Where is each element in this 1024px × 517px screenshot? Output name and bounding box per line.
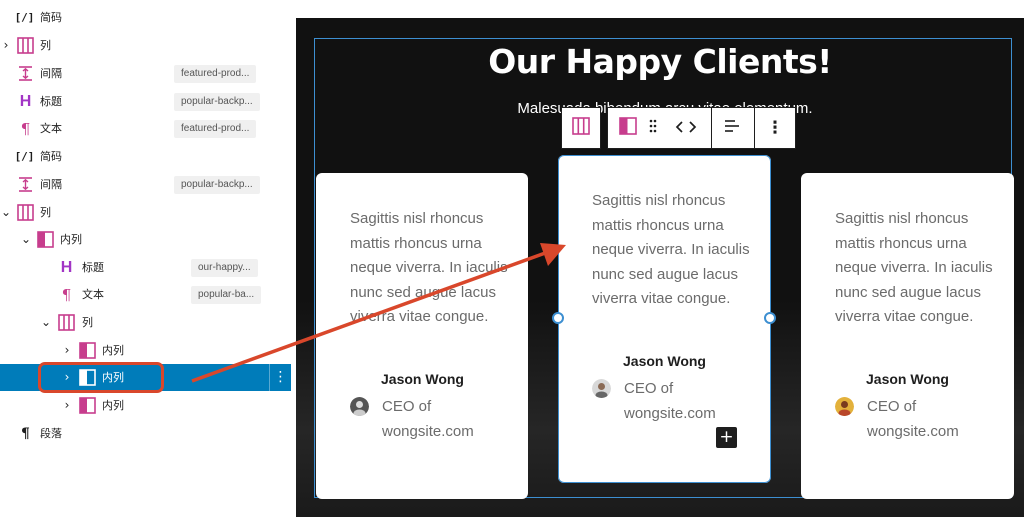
drag-handle[interactable] [642, 108, 664, 148]
list-item-label: 列 [40, 39, 51, 52]
more-options-button[interactable]: ⋮ [755, 108, 795, 148]
testimonial-card-selected[interactable]: Sagittis nisl rhoncus mattis rhoncus urn… [558, 155, 771, 483]
list-item-heading[interactable]: H 标题 popular-backp... [0, 88, 291, 115]
chevron-right-icon[interactable]: › [61, 392, 73, 419]
testimonial-role[interactable]: CEO of wongsite.com [624, 377, 764, 426]
column-icon [79, 342, 96, 359]
list-item-column[interactable]: › 内列 [0, 337, 291, 364]
list-item-shortcode[interactable]: [/] 简码 [0, 143, 291, 170]
list-item-paragraph[interactable]: ¶ 段落 [0, 420, 291, 447]
editor-canvas: Our Happy Clients! Malesuada bibendum ar… [296, 0, 1024, 517]
column-icon [619, 117, 637, 139]
list-item-heading[interactable]: H 标题 our-happy... [0, 254, 291, 281]
shortcode-icon: [/] [14, 150, 35, 163]
list-item-label: 标题 [82, 261, 104, 274]
anchor-badge: our-happy... [191, 259, 258, 277]
section-heading[interactable]: Our Happy Clients! [296, 42, 1024, 81]
more-vertical-icon: ⋮ [766, 118, 784, 138]
add-block-button[interactable]: + [716, 427, 737, 448]
testimonial-card[interactable]: Sagittis nisl rhoncus mattis rhoncus urn… [316, 173, 528, 499]
list-item-spacer[interactable]: 间隔 featured-prod... [0, 60, 291, 87]
list-item-shortcode[interactable]: [/] 简码 [0, 4, 291, 31]
heading-icon: H [60, 258, 73, 276]
testimonial-role[interactable]: CEO of wongsite.com [867, 395, 1007, 444]
select-parent-columns-button[interactable] [562, 108, 600, 148]
canvas-top-strip [296, 0, 1024, 18]
testimonial-quote[interactable]: Sagittis nisl rhoncus mattis rhoncus urn… [350, 207, 510, 330]
resize-handle-left[interactable] [552, 312, 564, 324]
anchor-badge: featured-prod... [174, 120, 257, 138]
list-item-columns[interactable]: ⌄ 列 [0, 309, 291, 336]
move-left-right-button[interactable] [666, 108, 706, 148]
chevron-down-icon[interactable]: ⌄ [20, 226, 32, 253]
list-item-columns[interactable]: › 列 [0, 32, 291, 59]
list-item-column[interactable]: ⌄ 内列 [0, 226, 291, 253]
drag-handle-icon [648, 118, 658, 138]
list-item-spacer[interactable]: 间隔 popular-backp... [0, 171, 291, 198]
spacer-icon [17, 176, 34, 193]
testimonial-name[interactable]: Jason Wong [623, 353, 706, 369]
chevron-right-icon[interactable]: › [0, 32, 12, 59]
list-item-label: 文本 [40, 122, 62, 135]
anchor-badge: popular-ba... [191, 286, 262, 304]
columns-icon [17, 204, 34, 221]
list-item-label: 间隔 [40, 67, 62, 80]
list-item-label: 间隔 [40, 178, 62, 191]
list-item-label: 内列 [102, 344, 124, 357]
anchor-badge: featured-prod... [174, 65, 257, 83]
list-item-label: 列 [40, 206, 51, 219]
select-parent-toolbar [561, 107, 601, 149]
block-type-button[interactable] [614, 108, 642, 148]
paragraph-icon: ¶ [21, 425, 30, 442]
avatar [835, 397, 854, 416]
list-item-text[interactable]: ¶ 文本 featured-prod... [0, 115, 291, 142]
list-item-label: 内列 [60, 233, 82, 246]
anchor-badge: popular-backp... [174, 93, 260, 111]
shortcode-icon: [/] [14, 11, 35, 24]
chevron-right-icon[interactable]: › [61, 337, 73, 364]
vertical-align-button[interactable] [712, 108, 752, 148]
chevron-left-right-icon [675, 119, 697, 138]
testimonial-name[interactable]: Jason Wong [381, 371, 464, 387]
list-item-label: 标题 [40, 95, 62, 108]
testimonial-role[interactable]: CEO of wongsite.com [382, 395, 522, 444]
avatar [350, 397, 369, 416]
list-item-column[interactable]: › 内列 [0, 392, 291, 419]
more-options-icon[interactable]: ⋮ [269, 364, 291, 391]
list-item-label: 文本 [82, 288, 104, 301]
testimonial-quote[interactable]: Sagittis nisl rhoncus mattis rhoncus urn… [835, 207, 995, 330]
list-item-label: 简码 [40, 11, 62, 24]
anchor-badge: popular-backp... [174, 176, 260, 194]
list-item-label: 内列 [102, 399, 124, 412]
list-item-text[interactable]: ¶ 文本 popular-ba... [0, 281, 291, 308]
resize-handle-right[interactable] [764, 312, 776, 324]
column-icon [79, 397, 96, 414]
annotation-highlight-box [38, 362, 164, 393]
paragraph-icon: ¶ [61, 285, 72, 304]
list-item-label: 段落 [40, 427, 62, 440]
list-view-panel: [/] 简码 › 列 间隔 featured-prod... H 标题 popu… [0, 0, 296, 517]
columns-icon [58, 314, 75, 331]
column-icon [37, 231, 54, 248]
spacer-icon [17, 65, 34, 82]
heading-icon: H [19, 92, 32, 110]
paragraph-icon: ¶ [20, 119, 31, 138]
list-item-label: 简码 [40, 150, 62, 163]
avatar [592, 379, 611, 398]
testimonial-name[interactable]: Jason Wong [866, 371, 949, 387]
align-icon [723, 118, 741, 138]
columns-icon [17, 37, 34, 54]
list-item-columns[interactable]: ⌄ 列 [0, 199, 291, 226]
chevron-down-icon[interactable]: ⌄ [40, 309, 52, 336]
block-toolbar: ⋮ [607, 107, 796, 149]
chevron-down-icon[interactable]: ⌄ [0, 199, 12, 226]
testimonial-card[interactable]: Sagittis nisl rhoncus mattis rhoncus urn… [801, 173, 1014, 499]
columns-icon [572, 117, 590, 139]
testimonial-quote[interactable]: Sagittis nisl rhoncus mattis rhoncus urn… [592, 189, 752, 312]
list-item-label: 列 [82, 316, 93, 329]
